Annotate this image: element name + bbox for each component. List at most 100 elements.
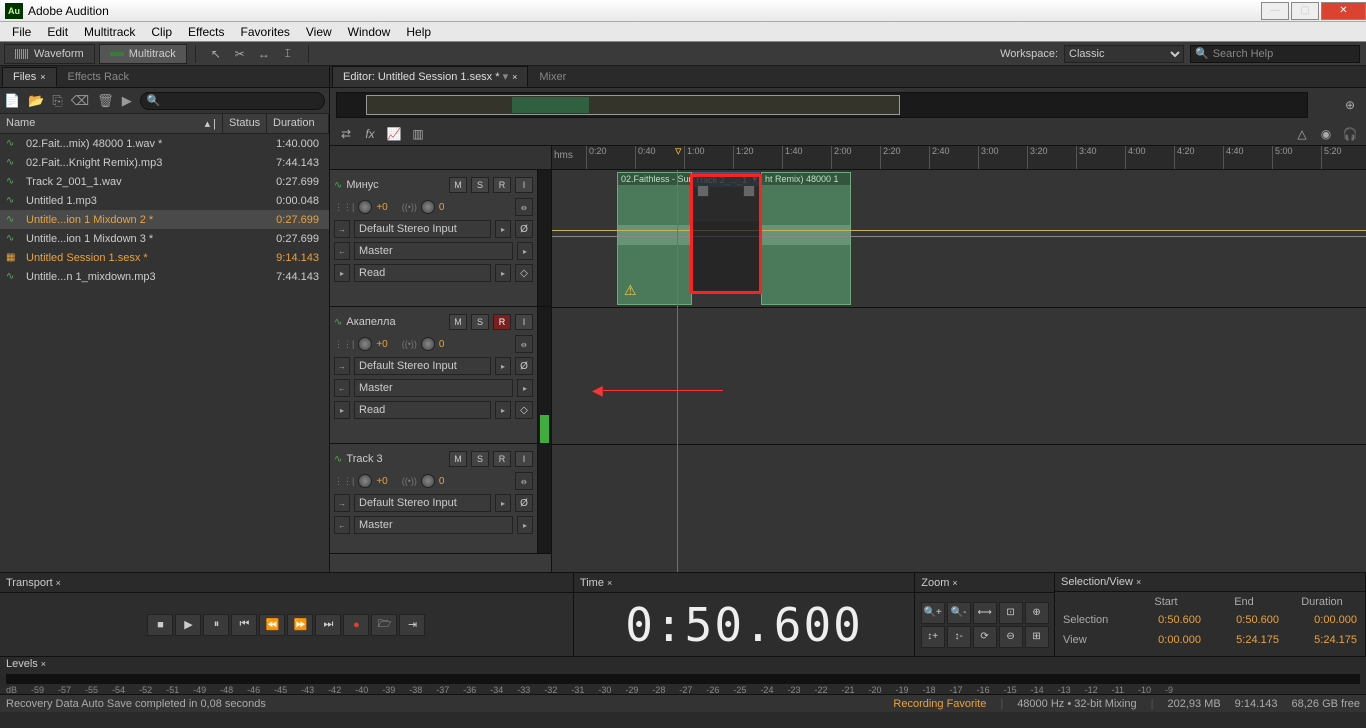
bars-icon[interactable]: ▥ xyxy=(408,125,428,143)
zoom-out-h-button[interactable]: 🔍- xyxy=(947,602,971,624)
file-row[interactable]: ▦Untitled Session 1.sesx *9:14.143 xyxy=(0,248,329,267)
snap-icon[interactable]: △ xyxy=(1292,125,1312,143)
track-name[interactable]: ∿Акапелла xyxy=(334,316,445,328)
volume-knob[interactable] xyxy=(358,337,372,351)
monitor-input-button[interactable]: I xyxy=(515,177,533,193)
zoom-in-v-button[interactable]: ↕+ xyxy=(921,626,945,648)
track-name[interactable]: ∿Track 3 xyxy=(334,453,445,465)
arm-record-button[interactable]: R xyxy=(493,451,511,467)
zoom-reset-icon[interactable]: ⊕ xyxy=(1340,96,1360,114)
automation-mode-select[interactable]: Read xyxy=(354,264,491,282)
zoom-full-button[interactable]: ⟷ xyxy=(973,602,997,624)
automation-config-button[interactable]: ◇ xyxy=(515,401,533,419)
zoom-out-v-button[interactable]: ↕- xyxy=(947,626,971,648)
output-arrow-icon[interactable]: ← xyxy=(334,516,350,534)
monitor-input-button[interactable]: I xyxy=(515,451,533,467)
pan-knob[interactable] xyxy=(421,474,435,488)
zoom-reset-v-button[interactable]: ⟳ xyxy=(973,626,997,648)
output-select[interactable]: Master xyxy=(354,242,513,260)
view-end[interactable]: 5:24.175 xyxy=(1209,634,1279,652)
new-file-icon[interactable]: 📄 xyxy=(4,93,20,109)
maximize-button[interactable]: ▢ xyxy=(1291,2,1319,20)
automation-expand-icon[interactable]: ▸ xyxy=(334,264,350,282)
pause-button[interactable]: ⏸ xyxy=(203,614,229,636)
menu-multitrack[interactable]: Multitrack xyxy=(76,23,143,41)
tab-effects-rack[interactable]: Effects Rack xyxy=(57,67,141,87)
sel-start[interactable]: 0:50.600 xyxy=(1131,614,1201,632)
mute-button[interactable]: M xyxy=(449,177,467,193)
tab-files[interactable]: Files× xyxy=(2,67,57,87)
file-row[interactable]: ∿Track 2_001_1.wav0:27.699 xyxy=(0,172,329,191)
volume-knob[interactable] xyxy=(358,474,372,488)
zoom-custom-button[interactable]: ⊞ xyxy=(1025,626,1049,648)
pan-knob[interactable] xyxy=(421,337,435,351)
loop-icon[interactable]: ⇄ xyxy=(336,125,356,143)
col-name[interactable]: Name▴ | xyxy=(0,114,223,133)
input-config-button[interactable]: Ø xyxy=(515,220,533,238)
menu-window[interactable]: Window xyxy=(340,23,399,41)
phase-button[interactable]: ⦵ xyxy=(515,335,533,353)
monitor-input-button[interactable]: I xyxy=(515,314,533,330)
metronome-icon[interactable]: ◉ xyxy=(1316,125,1336,143)
sel-dur[interactable]: 0:00.000 xyxy=(1287,614,1357,632)
phase-button[interactable]: ⦵ xyxy=(515,198,533,216)
view-dur[interactable]: 5:24.175 xyxy=(1287,634,1357,652)
col-status[interactable]: Status xyxy=(223,114,267,133)
envelope-icon[interactable]: 📈 xyxy=(384,125,404,143)
solo-button[interactable]: S xyxy=(471,451,489,467)
mute-button[interactable]: M xyxy=(449,314,467,330)
arm-record-button[interactable]: R xyxy=(493,177,511,193)
input-select[interactable]: Default Stereo Input xyxy=(354,357,491,375)
headphones-icon[interactable]: 🎧 xyxy=(1340,125,1360,143)
go-start-button[interactable]: ⏮ xyxy=(231,614,257,636)
sel-end[interactable]: 0:50.600 xyxy=(1209,614,1279,632)
view-start[interactable]: 0:00.000 xyxy=(1131,634,1201,652)
file-row[interactable]: ∿Untitle...ion 1 Mixdown 2 *0:27.699 xyxy=(0,210,329,229)
open-file-icon[interactable]: 📂 xyxy=(28,93,44,109)
record-button[interactable]: ● xyxy=(343,614,369,636)
workspace-select[interactable]: Classic xyxy=(1064,45,1184,63)
time-select-tool-icon[interactable]: 𝙸 xyxy=(278,45,298,63)
input-select[interactable]: Default Stereo Input xyxy=(354,494,491,512)
pan-knob[interactable] xyxy=(421,200,435,214)
phase-button[interactable]: ⦵ xyxy=(515,472,533,490)
rewind-button[interactable]: ⏪ xyxy=(259,614,285,636)
zoom-in-h-button[interactable]: 🔍+ xyxy=(921,602,945,624)
input-arrow-icon[interactable]: → xyxy=(334,357,350,375)
menu-favorites[interactable]: Favorites xyxy=(233,23,298,41)
slip-tool-icon[interactable]: ↔ xyxy=(254,45,274,63)
mode-multitrack[interactable]: Multitrack xyxy=(99,44,187,64)
clip-remix[interactable]: ht Remix) 48000 1 xyxy=(761,172,851,305)
minimize-button[interactable]: — xyxy=(1261,2,1289,20)
input-select[interactable]: Default Stereo Input xyxy=(354,220,491,238)
close-file-icon[interactable]: ⌫ xyxy=(71,93,89,109)
output-arrow-icon[interactable]: ← xyxy=(334,242,350,260)
solo-button[interactable]: S xyxy=(471,314,489,330)
input-config-button[interactable]: Ø xyxy=(515,357,533,375)
tab-mixer[interactable]: Mixer xyxy=(528,67,577,87)
files-list[interactable]: ∿02.Fait...mix) 48000 1.wav *1:40.000∿02… xyxy=(0,134,329,572)
play-icon[interactable]: ▶ xyxy=(122,93,132,109)
input-arrow-icon[interactable]: → xyxy=(334,220,350,238)
mute-button[interactable]: M xyxy=(449,451,467,467)
zoom-sel-button[interactable]: ⊡ xyxy=(999,602,1023,624)
output-select[interactable]: Master xyxy=(354,516,513,534)
move-tool-icon[interactable]: ↖ xyxy=(206,45,226,63)
search-help-input[interactable]: 🔍 Search Help xyxy=(1190,45,1360,63)
zoom-out-point-button[interactable]: ⊖ xyxy=(999,626,1023,648)
forward-button[interactable]: ⏩ xyxy=(287,614,313,636)
delete-icon[interactable]: 🗑 xyxy=(97,93,114,109)
overview-bar[interactable] xyxy=(336,92,1308,118)
menu-view[interactable]: View xyxy=(298,23,340,41)
automation-config-button[interactable]: ◇ xyxy=(515,264,533,282)
play-button[interactable]: ▶ xyxy=(175,614,201,636)
menu-clip[interactable]: Clip xyxy=(143,23,180,41)
menu-effects[interactable]: Effects xyxy=(180,23,232,41)
cti-marker-icon[interactable]: ▿ xyxy=(675,143,682,159)
tab-editor[interactable]: Editor: Untitled Session 1.sesx * ▾× xyxy=(332,66,528,87)
menu-edit[interactable]: Edit xyxy=(39,23,76,41)
mode-waveform[interactable]: Waveform xyxy=(4,44,95,64)
file-row[interactable]: ∿Untitled 1.mp30:00.048 xyxy=(0,191,329,210)
output-select[interactable]: Master xyxy=(354,379,513,397)
solo-button[interactable]: S xyxy=(471,177,489,193)
